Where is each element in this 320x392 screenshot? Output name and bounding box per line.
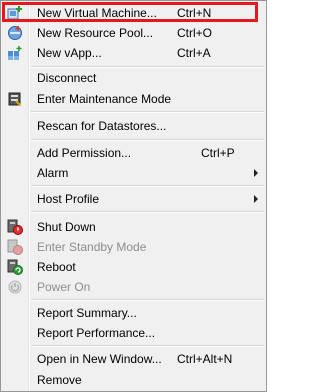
menu-separator [31, 111, 264, 113]
submenu-arrow-icon [254, 169, 258, 177]
context-menu: New Virtual Machine... Ctrl+N New Resour… [0, 0, 267, 392]
menu-item-label: Shut Down [37, 220, 96, 234]
menu-separator [31, 66, 264, 68]
menu-item-host-profile[interactable]: Host Profile [1, 189, 266, 209]
menu-item-shut-down[interactable]: Shut Down [1, 217, 266, 237]
menu-item-label: Enter Standby Mode [37, 240, 147, 254]
menu-item-new-vapp[interactable]: New vApp... Ctrl+A [1, 43, 266, 63]
submenu-arrow-icon [254, 195, 258, 203]
menu-item-shortcut: Ctrl+O [177, 26, 213, 40]
menu-separator [31, 211, 264, 213]
menu-item-enter-maintenance-mode[interactable]: Enter Maintenance Mode [1, 89, 266, 109]
menu-item-label: Open in New Window... [37, 352, 162, 366]
menu-item-label: Alarm [37, 166, 69, 180]
menu-item-label: New Resource Pool... [37, 26, 154, 40]
menu-item-label: Report Summary... [37, 306, 137, 320]
selection-highlight [2, 2, 258, 22]
menu-separator [31, 299, 264, 301]
menu-item-label: Disconnect [37, 71, 97, 85]
menu-item-report-performance[interactable]: Report Performance... [1, 323, 266, 343]
menu-item-reboot[interactable]: Reboot [1, 257, 266, 277]
menu-item-label: Remove [37, 373, 82, 387]
menu-item-enter-standby-mode[interactable]: Enter Standby Mode [1, 237, 266, 257]
menu-item-alarm[interactable]: Alarm [1, 163, 266, 183]
menu-item-label: Reboot [37, 260, 76, 274]
shutdown-icon [7, 219, 23, 235]
vapp-icon [7, 45, 23, 61]
menu-item-open-new-window[interactable]: Open in New Window... Ctrl+Alt+N [1, 349, 266, 369]
menu-item-label: Enter Maintenance Mode [37, 92, 172, 106]
menu-item-power-on[interactable]: Power On [1, 277, 266, 297]
menu-item-label: Power On [37, 280, 91, 294]
menu-separator [31, 345, 264, 347]
menu-item-label: Add Permission... [37, 146, 132, 160]
menu-item-shortcut: Ctrl+P [201, 146, 235, 160]
menu-item-label: Rescan for Datastores... [37, 119, 167, 133]
menu-item-label: Host Profile [37, 192, 100, 206]
menu-item-remove[interactable]: Remove [1, 370, 266, 390]
menu-item-shortcut: Ctrl+A [177, 46, 211, 60]
power-on-icon [7, 279, 23, 295]
menu-item-label: New vApp... [37, 46, 102, 60]
menu-item-new-resource-pool[interactable]: New Resource Pool... Ctrl+O [1, 23, 266, 43]
reboot-icon [7, 259, 23, 275]
menu-separator [31, 185, 264, 187]
menu-item-add-permission[interactable]: Add Permission... Ctrl+P [1, 143, 266, 163]
menu-item-label: Report Performance... [37, 326, 156, 340]
menu-item-disconnect[interactable]: Disconnect [1, 68, 266, 88]
menu-separator [31, 139, 264, 141]
resource-pool-icon [7, 25, 23, 41]
standby-icon [7, 239, 23, 255]
maintenance-icon [7, 91, 23, 107]
menu-item-report-summary[interactable]: Report Summary... [1, 303, 266, 323]
menu-item-shortcut: Ctrl+Alt+N [177, 352, 233, 366]
menu-item-rescan-datastores[interactable]: Rescan for Datastores... [1, 116, 266, 136]
